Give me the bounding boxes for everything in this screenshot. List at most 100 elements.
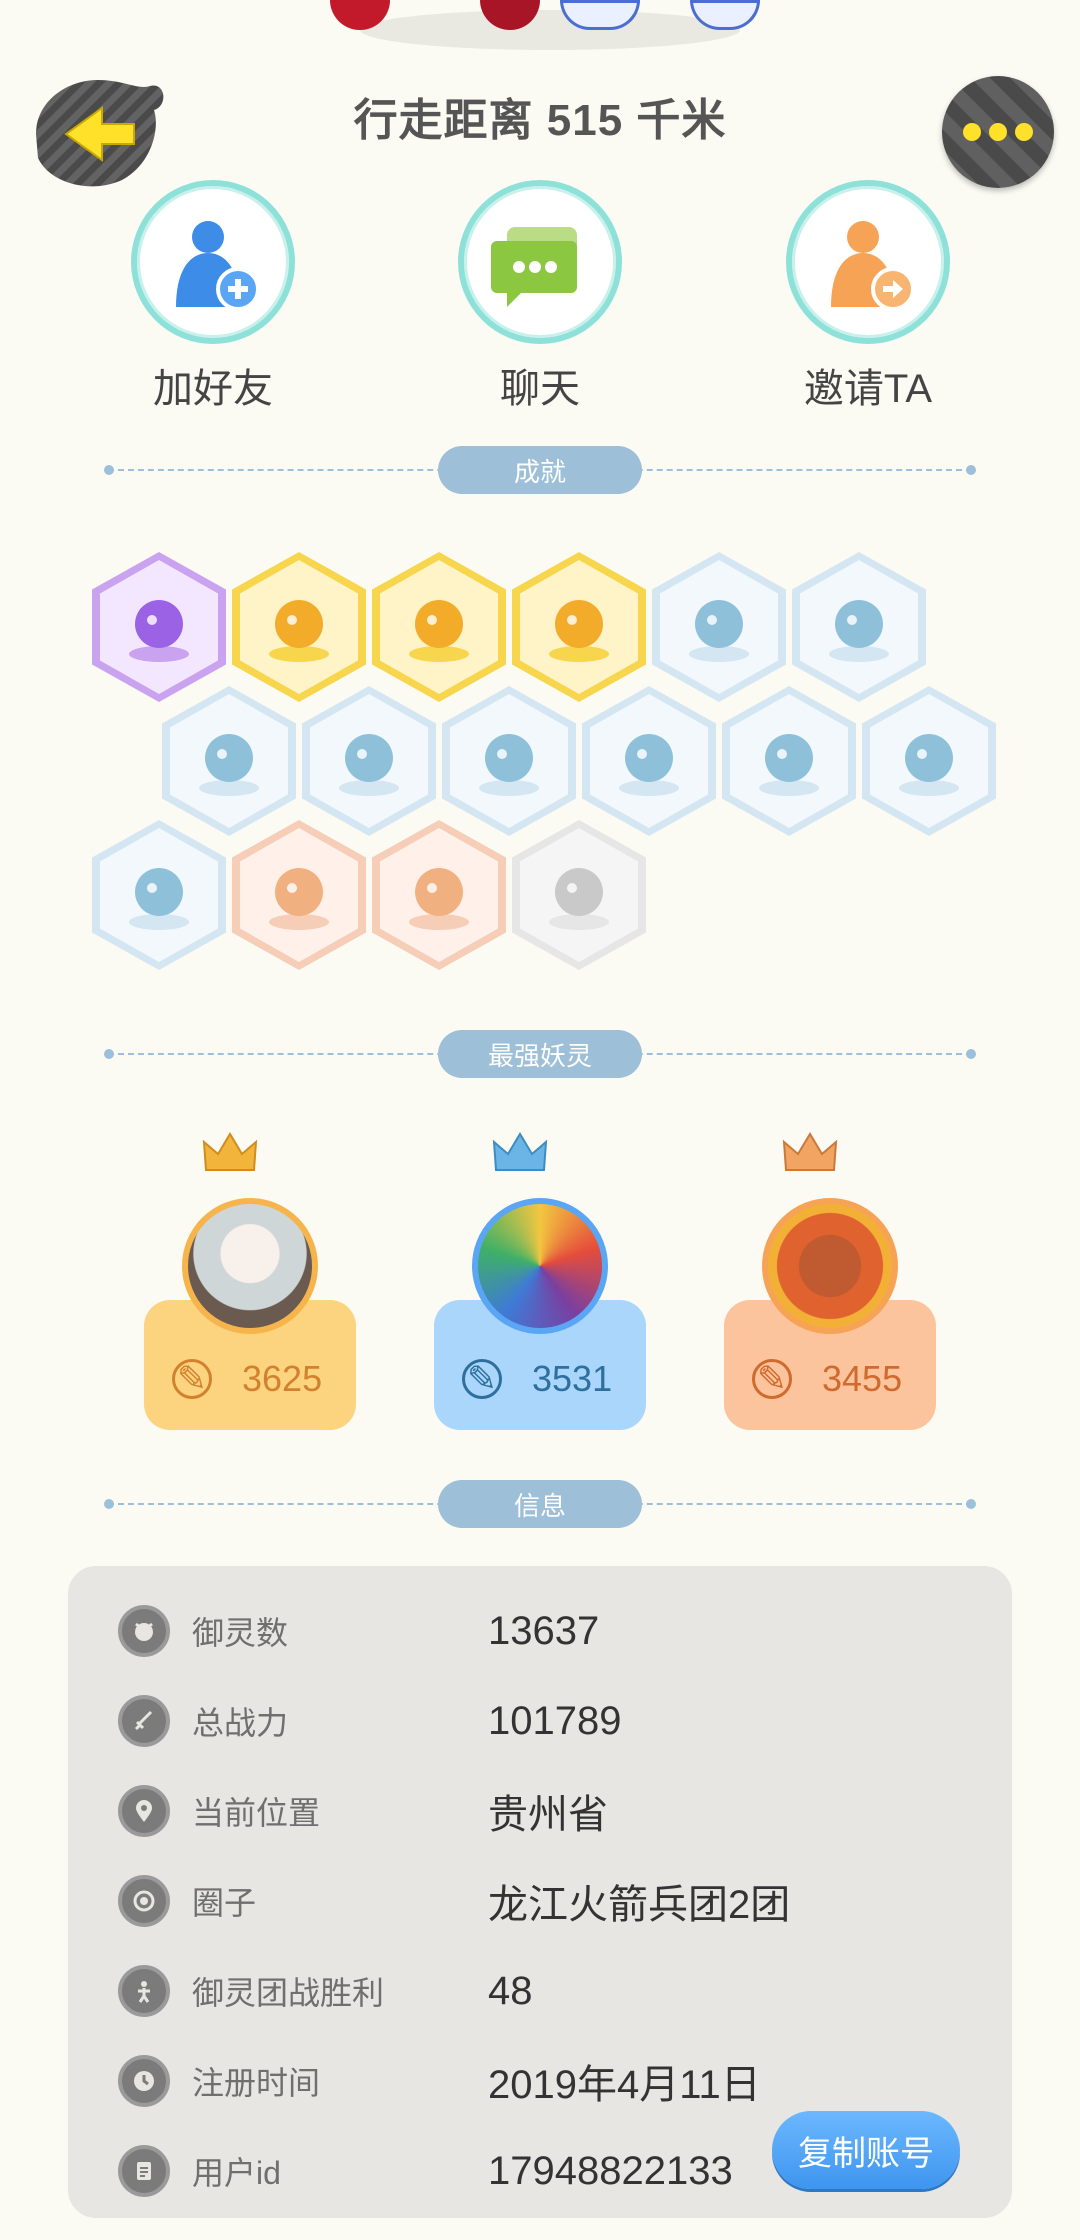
clock-icon — [118, 2055, 170, 2107]
achievement-badge[interactable] — [862, 686, 996, 836]
achievement-badge[interactable] — [512, 820, 646, 970]
info-row-spirit-count: 御灵数 13637 — [68, 1586, 1012, 1676]
achievement-badge[interactable] — [722, 686, 856, 836]
golden-ball-icon — [409, 600, 469, 662]
achievement-badge-face — [170, 694, 288, 828]
invite-button[interactable]: 邀请TA — [783, 180, 953, 414]
info-row-location: 当前位置 贵州省 — [68, 1766, 1012, 1856]
achievement-badge[interactable] — [232, 820, 366, 970]
achievement-badge[interactable] — [92, 820, 226, 970]
add-friend-label: 加好友 — [153, 367, 273, 411]
strongest-title: 最强妖灵 — [438, 1030, 642, 1078]
achievement-badge-face — [100, 560, 218, 694]
info-title: 信息 — [438, 1480, 642, 1528]
hood-figure-icon — [129, 868, 189, 930]
achievement-badge-face — [660, 560, 778, 694]
achievement-badge[interactable] — [792, 552, 926, 702]
info-row-circle: 圈子 龙江火箭兵团2团 — [68, 1856, 1012, 1946]
achievement-badge[interactable] — [92, 552, 226, 702]
copy-account-button[interactable]: 复制账号 — [772, 2111, 960, 2189]
spirit-count-icon — [118, 1605, 170, 1657]
demon-face-icon — [129, 600, 189, 662]
spirit-card-2[interactable]: ✎ 3531 — [434, 1130, 646, 1430]
achievement-badge-face — [730, 694, 848, 828]
spirit-card-3[interactable]: ✎ 3455 — [724, 1130, 936, 1430]
spirit-card-1[interactable]: ✎ 3625 — [144, 1130, 356, 1430]
distance-title: 行走距离 515 千米 — [353, 96, 727, 145]
id-card-icon — [118, 2145, 170, 2197]
ox-spirit-icon — [409, 868, 469, 930]
info-key: 圈子 — [192, 1885, 257, 1921]
fox-book-icon — [549, 868, 609, 930]
info-value: 101789 — [488, 1698, 622, 1743]
crown-icon — [782, 1132, 838, 1171]
info-divider: 信息 — [104, 1480, 976, 1528]
invite-label: 邀请TA — [803, 367, 933, 411]
achievement-badge-face — [380, 560, 498, 694]
crown-icon — [492, 1132, 548, 1171]
achievement-badge-face — [240, 828, 358, 962]
info-row-team-wins: 御灵团战胜利 48 — [68, 1946, 1012, 2036]
sword-icon: ✎ — [172, 1358, 212, 1399]
achievement-badge-face — [100, 828, 218, 962]
more-button[interactable] — [942, 76, 1054, 188]
sword-icon: ✎ — [752, 1358, 792, 1399]
more-icon-dot — [989, 123, 1007, 141]
sun-compass-icon — [269, 600, 329, 662]
avatar-feet — [320, 0, 780, 50]
achievement-badge-face — [590, 694, 708, 828]
location-pin-icon — [118, 1785, 170, 1837]
achievement-badge[interactable] — [372, 820, 506, 970]
info-key: 当前位置 — [192, 1795, 321, 1831]
add-friend-icon — [131, 180, 295, 344]
info-value: 贵州省 — [488, 1793, 608, 1837]
fire-lion-avatar — [762, 1198, 898, 1334]
achievement-badge[interactable] — [232, 552, 366, 702]
achievement-badge[interactable] — [302, 686, 436, 836]
strongest-divider: 最强妖灵 — [104, 1030, 976, 1078]
sword-icon — [118, 1695, 170, 1747]
info-value: 2019年4月11日 — [488, 2063, 761, 2107]
achievement-badge[interactable] — [162, 686, 296, 836]
spirit-statue-icon — [339, 734, 399, 796]
achievement-badge[interactable] — [442, 686, 576, 836]
cart-cat-icon — [269, 868, 329, 930]
prism-bird-avatar — [472, 1198, 608, 1334]
achievement-badge-face — [450, 694, 568, 828]
sword-icon: ✎ — [462, 1358, 502, 1399]
info-key: 注册时间 — [192, 2065, 321, 2101]
achievement-badge-face — [870, 694, 988, 828]
achievement-badge-face — [380, 828, 498, 962]
achievement-badge[interactable] — [652, 552, 786, 702]
add-friend-button[interactable]: 加好友 — [128, 180, 298, 414]
info-key: 御灵数 — [192, 1615, 289, 1651]
moon-icon — [829, 600, 889, 662]
sneaker-icon — [689, 600, 749, 662]
more-icon-dot — [1015, 123, 1033, 141]
achievement-badge-face — [520, 560, 638, 694]
spirit-power-value: 3531 — [532, 1358, 613, 1399]
trophy-figure-icon — [118, 1965, 170, 2017]
crown-icon — [202, 1132, 258, 1171]
achievement-badge-face — [520, 828, 638, 962]
chat-icon — [458, 180, 622, 344]
info-value: 17948822133 — [488, 2148, 733, 2193]
chat-button[interactable]: 聊天 — [455, 180, 625, 414]
achievement-badge[interactable] — [512, 552, 646, 702]
spirit-power-row: ✎ 3625 — [172, 1358, 322, 1400]
info-key: 用户id — [192, 2155, 281, 2191]
circle-target-icon — [118, 1875, 170, 1927]
info-value: 48 — [488, 1968, 533, 2013]
achievement-badge-face — [800, 560, 918, 694]
achievement-badge[interactable] — [372, 552, 506, 702]
info-key: 总战力 — [192, 1705, 289, 1741]
cat-spirit-icon — [479, 734, 539, 796]
achievement-badge-face — [240, 560, 358, 694]
spirit-power-value: 3455 — [822, 1358, 903, 1399]
info-panel: 御灵数 13637 总战力 101789 当前位置 贵州省 圈子 龙江火箭兵团2… — [68, 1566, 1012, 2218]
info-row-total-power: 总战力 101789 — [68, 1676, 1012, 1766]
crystal-icon — [199, 734, 259, 796]
yin-yang-cube-icon — [619, 734, 679, 796]
achievement-badge[interactable] — [582, 686, 716, 836]
more-icon — [963, 123, 981, 141]
